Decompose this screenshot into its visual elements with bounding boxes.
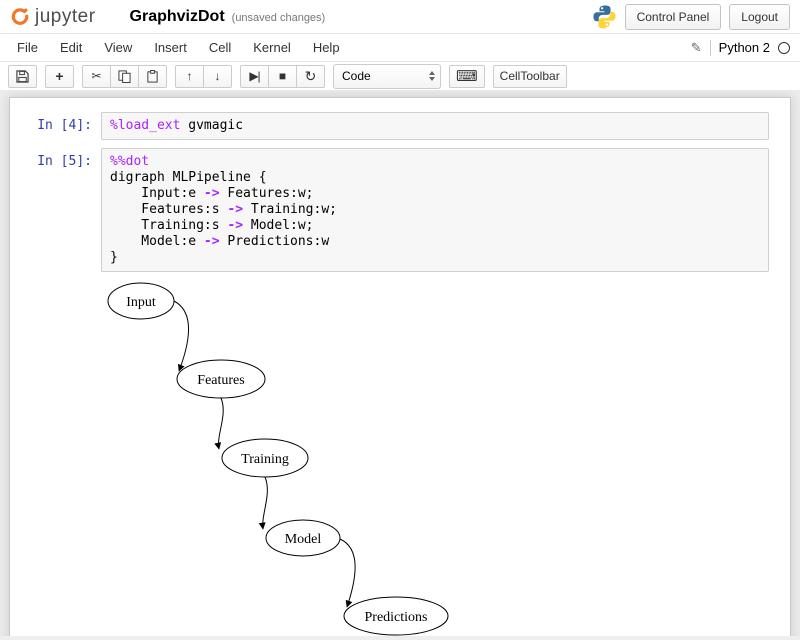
select-arrows-icon (429, 71, 435, 81)
cell-type-select[interactable]: Code (333, 63, 441, 89)
code-text: } (110, 250, 118, 265)
python-icon (593, 5, 616, 29)
code-cell-input[interactable]: %%dot digraph MLPipeline { Input:e -> Fe… (101, 148, 769, 272)
arrow-up-icon: ↑ (186, 69, 193, 83)
run-icon: ▶| (249, 69, 260, 83)
operator-token: -> (203, 234, 220, 249)
menu-view[interactable]: View (93, 35, 143, 60)
notebook-container: In [4]: %load_ext gvmagic In [5]: %%dot … (9, 97, 791, 636)
menu-edit[interactable]: Edit (49, 35, 93, 60)
menu-file[interactable]: File (6, 35, 49, 60)
menu-insert[interactable]: Insert (143, 35, 198, 60)
cut-cell-button[interactable]: ✂ (82, 64, 111, 88)
paste-icon (147, 69, 158, 83)
toolbar: + ✂ ↑ ↓ ▶| ■ ↻ Code ⌨ CellToolbar (0, 62, 800, 90)
jupyter-logo-text: jupyter (35, 5, 96, 27)
svg-text:Predictions: Predictions (365, 610, 428, 625)
plus-icon: + (55, 68, 64, 84)
code-text: Predictions:w (219, 234, 330, 249)
menu-kernel[interactable]: Kernel (242, 35, 302, 60)
input-prompt: In [4]: (37, 118, 92, 133)
notebook-area: In [4]: %load_ext gvmagic In [5]: %%dot … (0, 90, 800, 636)
graph-node-model: Model (265, 519, 341, 557)
restart-kernel-button[interactable]: ↻ (296, 64, 325, 88)
code-text: Model:w; (243, 218, 314, 233)
graph-node-features: Features (176, 359, 266, 399)
cut-icon: ✂ (91, 69, 102, 83)
edit-mode-icon: ✎ (690, 39, 702, 55)
notebook-title[interactable]: GraphvizDot (130, 8, 225, 26)
menu-divider (709, 39, 711, 56)
cell-type-value: Code (342, 69, 371, 83)
stop-icon: ■ (278, 69, 287, 83)
graph-node-input: Input (107, 282, 175, 320)
move-down-button[interactable]: ↓ (203, 64, 232, 88)
code-text: Training:s (110, 218, 228, 233)
graph-node-predictions: Predictions (343, 596, 449, 636)
code-text: gvmagic (180, 118, 244, 133)
copy-cell-button[interactable] (110, 64, 139, 88)
graph-edge-features-training (214, 397, 224, 450)
graph-edge-training-model (258, 476, 268, 530)
menubar: File Edit View Insert Cell Kernel Help ✎… (0, 34, 800, 62)
magic-token: %%dot (110, 154, 150, 169)
code-cell: In [5]: %%dot digraph MLPipeline { Input… (10, 144, 790, 276)
graph-edge-input-features (173, 300, 189, 372)
restart-icon: ↻ (304, 68, 317, 84)
run-cell-button[interactable]: ▶| (240, 64, 269, 88)
menu-cell[interactable]: Cell (198, 35, 242, 60)
cell-output: Input Features Training Model Prediction… (10, 278, 790, 636)
menu-help[interactable]: Help (302, 35, 351, 60)
code-text: digraph MLPipeline { (110, 170, 267, 185)
svg-text:Input: Input (126, 295, 156, 310)
save-icon (16, 69, 29, 83)
operator-token: -> (227, 202, 244, 217)
autosave-status: (unsaved changes) (231, 11, 326, 24)
copy-icon (118, 69, 131, 83)
svg-text:Features: Features (197, 373, 244, 388)
kernel-name: Python 2 (718, 40, 770, 55)
svg-text:Model: Model (285, 532, 322, 547)
move-up-button[interactable]: ↑ (175, 64, 204, 88)
code-cell: In [4]: %load_ext gvmagic (10, 108, 790, 144)
graph-output: Input Features Training Model Prediction… (107, 282, 449, 636)
save-button[interactable] (8, 64, 37, 88)
graph-node-training: Training (221, 438, 309, 478)
command-palette-button[interactable]: ⌨ (449, 64, 485, 88)
arrow-down-icon: ↓ (214, 69, 221, 83)
jupyter-swirl-icon (11, 7, 29, 25)
control-panel-button[interactable]: Control Panel (624, 3, 722, 30)
keyboard-icon: ⌨ (456, 67, 478, 85)
add-cell-button[interactable]: + (45, 64, 74, 88)
kernel-idle-icon (778, 41, 790, 54)
code-text: Features:w; (219, 186, 314, 201)
cell-toolbar-button[interactable]: CellToolbar (492, 64, 567, 88)
code-text: Features:s (110, 202, 228, 217)
stop-kernel-button[interactable]: ■ (268, 64, 297, 88)
operator-token: -> (227, 218, 244, 233)
jupyter-logo[interactable]: jupyter (10, 6, 96, 28)
code-text: Input:e (110, 186, 204, 201)
code-text: Model:e (110, 234, 204, 249)
magic-token: %load_ext (110, 118, 181, 133)
input-prompt: In [5]: (37, 154, 92, 169)
paste-cell-button[interactable] (138, 64, 167, 88)
svg-text:Training: Training (241, 452, 289, 467)
graph-edge-model-predictions (339, 538, 356, 608)
logout-button[interactable]: Logout (729, 3, 790, 30)
output-prompt-spacer (10, 278, 101, 636)
code-text: Training:w; (243, 202, 337, 217)
operator-token: -> (203, 186, 220, 201)
code-cell-input[interactable]: %load_ext gvmagic (101, 112, 769, 140)
header: jupyter GraphvizDot (unsaved changes) Co… (0, 0, 800, 34)
